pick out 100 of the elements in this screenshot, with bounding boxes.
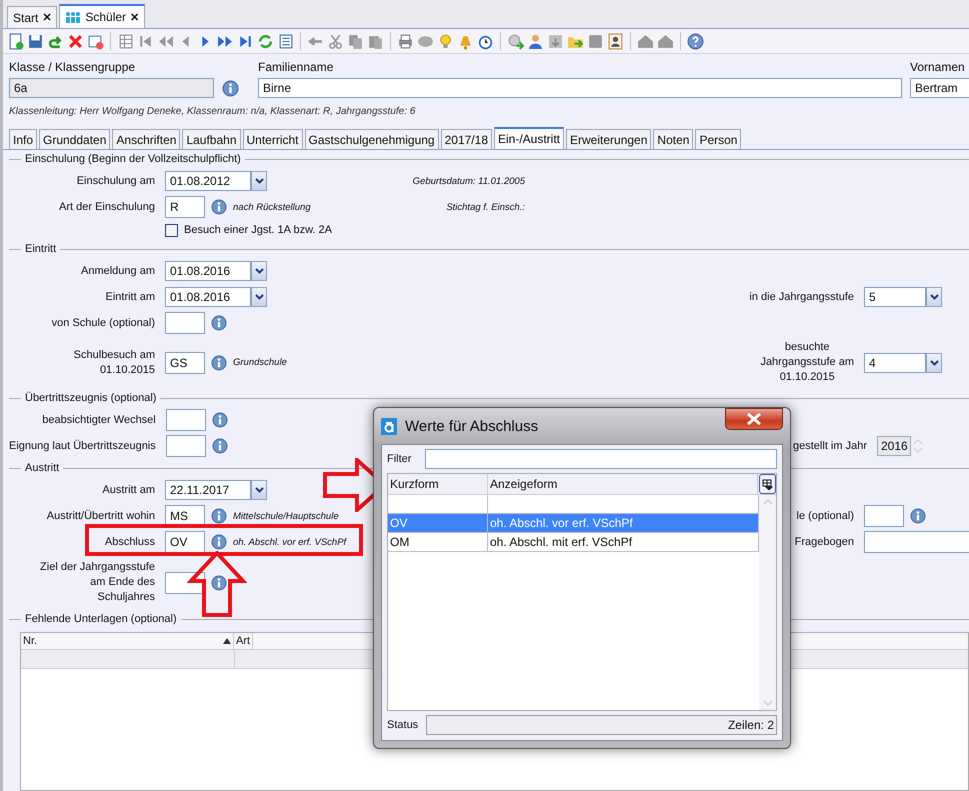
dropdown-button[interactable] — [251, 171, 267, 191]
tab[interactable]: 2017/18 — [440, 129, 492, 149]
delete-icon[interactable] — [67, 32, 84, 50]
close-button[interactable] — [725, 408, 783, 430]
column-title: Art — [236, 635, 250, 647]
table-icon[interactable] — [117, 32, 134, 50]
input-field[interactable] — [864, 505, 904, 527]
tab[interactable]: Unterricht — [242, 129, 303, 149]
filter-field[interactable] — [425, 449, 777, 469]
document-tab[interactable]: Schüler ✕ — [59, 4, 146, 28]
code-field[interactable]: OV — [165, 531, 205, 553]
date-field[interactable]: 01.08.2016 — [165, 287, 251, 307]
date-field[interactable]: 01.08.2016 — [165, 261, 251, 281]
date-field[interactable]: 22.11.2017 — [165, 480, 251, 500]
info-icon[interactable] — [212, 412, 228, 428]
dropdown-button[interactable] — [926, 352, 942, 372]
export-icon[interactable] — [507, 32, 524, 50]
code-cell: OM — [388, 533, 488, 551]
tab[interactable]: Gastschulgenehmigung — [304, 129, 439, 149]
close-tab-button[interactable]: ✕ — [42, 11, 52, 24]
code-field[interactable]: R — [165, 196, 205, 218]
info-note: Geburtsdatum: 11.01.2005 — [412, 176, 525, 186]
dropdown-button[interactable] — [251, 261, 267, 281]
code-description: Mittelschule/Hauptschule — [233, 510, 339, 522]
combo-field[interactable]: 4 — [864, 352, 926, 372]
code-field[interactable] — [166, 409, 206, 431]
form-remove-icon[interactable] — [87, 32, 104, 50]
info-icon[interactable] — [910, 508, 926, 524]
tab[interactable]: Info — [9, 129, 38, 149]
code-description: nach Rückstellung — [233, 202, 311, 212]
lightbulb-icon[interactable] — [437, 32, 454, 50]
tab[interactable]: Ein-/Austritt — [494, 127, 564, 149]
person-icon[interactable] — [527, 32, 544, 50]
house-icon[interactable] — [637, 32, 654, 50]
date-field[interactable]: 01.08.2012 — [165, 171, 251, 191]
field-label: gestellt im Jahr — [793, 438, 867, 454]
code-cell: OV — [388, 514, 488, 532]
list-row[interactable]: OM oh. Abschl. mit erf. VSchPf — [388, 533, 759, 552]
tab[interactable]: Noten — [653, 129, 694, 149]
surname-field[interactable]: Birne — [258, 78, 902, 98]
tab[interactable]: Laufbahn — [182, 129, 240, 149]
info-icon[interactable] — [211, 574, 227, 590]
field-label: Eignung laut Übertrittszeugnis — [9, 438, 156, 454]
combo-field[interactable]: 5 — [864, 287, 926, 307]
section-title: Einschulung (Beginn der Vollzeitschulpflicht) — [25, 153, 241, 165]
tab[interactable]: Grunddaten — [39, 129, 110, 149]
column-header[interactable]: Nr. — [21, 633, 234, 649]
house-icon[interactable] — [657, 32, 674, 50]
info-icon[interactable] — [211, 354, 227, 370]
help-icon[interactable] — [687, 32, 704, 50]
filter-label: Filter — [387, 453, 412, 465]
field-label: Austritt am — [102, 482, 155, 498]
info-icon[interactable] — [212, 438, 228, 454]
dropdown-button[interactable] — [251, 287, 267, 307]
info-icon[interactable] — [211, 534, 227, 550]
info-note: Stichtag f. Einsch.: — [446, 202, 525, 212]
column-header[interactable]: Kurzform — [388, 474, 488, 494]
new-document-icon[interactable] — [7, 32, 24, 50]
dropdown-button[interactable] — [251, 480, 267, 500]
year-spinner-field[interactable]: 2016 — [877, 436, 911, 456]
field-label: in die Jahrgangsstufe — [749, 290, 854, 304]
document-tab[interactable]: Start ✕ — [7, 6, 58, 28]
column-chooser-button[interactable] — [759, 474, 776, 494]
column-chooser-icon — [762, 478, 773, 490]
refresh-icon[interactable] — [257, 32, 274, 50]
input-field[interactable] — [864, 531, 969, 553]
first-name-field[interactable]: Bertram — [910, 78, 969, 98]
field-label: Anmeldung am — [81, 264, 155, 278]
annotation-arrow — [187, 551, 247, 617]
dropdown-button[interactable] — [926, 287, 942, 307]
save-icon[interactable] — [27, 32, 44, 50]
field-label: Klasse / Klassengruppe — [9, 60, 136, 74]
column-header[interactable]: Art — [234, 633, 254, 649]
tab[interactable]: Anschriften — [112, 129, 180, 149]
info-icon[interactable] — [222, 80, 239, 96]
tab[interactable]: Erweiterungen — [566, 129, 652, 149]
app-logo-icon — [381, 418, 397, 434]
column-header[interactable]: Anzeigeform — [488, 474, 758, 494]
printer-icon[interactable] — [397, 32, 414, 50]
tab-label: Schüler — [85, 10, 126, 24]
info-icon[interactable] — [211, 199, 227, 215]
code-field[interactable] — [166, 435, 206, 457]
code-field[interactable] — [165, 312, 205, 334]
list-row[interactable]: OV oh. Abschl. vor erf. VSchPf — [388, 514, 759, 533]
class-field[interactable]: 6a — [9, 78, 214, 98]
scissors-icon[interactable] — [327, 32, 344, 50]
tab[interactable]: Person — [695, 129, 742, 149]
list-icon[interactable] — [277, 32, 294, 50]
checkbox[interactable] — [165, 224, 178, 236]
field-label: besuchte Jahrgangsstufe am 01.10.2015 — [760, 340, 854, 385]
download-icon[interactable] — [547, 32, 564, 50]
copy-icon[interactable] — [347, 32, 364, 50]
info-icon[interactable] — [211, 508, 227, 524]
code-field[interactable]: GS — [165, 352, 205, 374]
code-description: oh. Abschl. vor erf. VSchPf — [233, 536, 346, 548]
close-tab-button[interactable]: ✕ — [130, 10, 140, 24]
status-label: Status — [387, 719, 418, 731]
person-card-icon[interactable] — [607, 32, 624, 50]
field-label: Austritt/Übertritt wohin — [46, 508, 155, 524]
info-icon[interactable] — [211, 315, 227, 331]
